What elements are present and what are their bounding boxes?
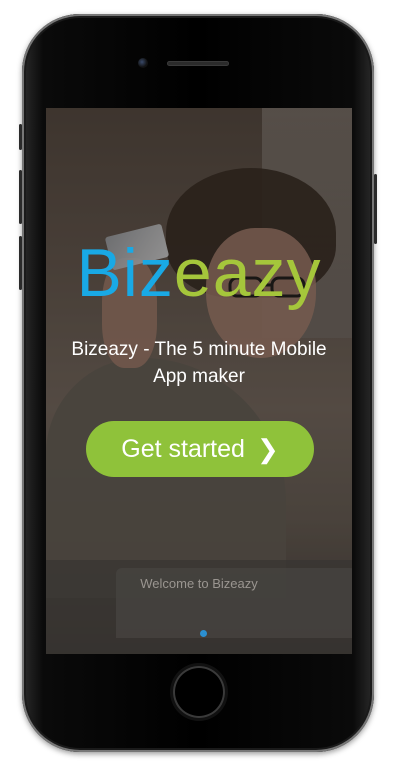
get-started-button[interactable]: Get started ❯ bbox=[86, 421, 314, 477]
page-indicator-dot[interactable] bbox=[200, 630, 207, 637]
volume-down-button bbox=[19, 236, 22, 290]
volume-up-button bbox=[19, 170, 22, 224]
power-button bbox=[374, 174, 377, 244]
chevron-right-icon: ❯ bbox=[256, 434, 279, 464]
tagline: Bizeazy - The 5 minute Mobile App maker bbox=[71, 339, 327, 387]
earpiece-speaker bbox=[167, 61, 229, 66]
logo-part-eazy: eazy bbox=[173, 235, 322, 311]
logo-part-biz: Biz bbox=[76, 235, 174, 311]
app-screen: Bizeazy Bizeazy - The 5 minute Mobile Ap… bbox=[46, 108, 352, 654]
mute-switch bbox=[19, 124, 22, 150]
front-camera-icon bbox=[138, 58, 148, 68]
home-button[interactable] bbox=[173, 666, 225, 718]
welcome-text: Welcome to Bizeazy bbox=[140, 576, 258, 591]
get-started-label: Get started bbox=[121, 434, 245, 463]
welcome-banner bbox=[46, 560, 352, 654]
bizeazy-logo: Bizeazy bbox=[46, 238, 352, 308]
